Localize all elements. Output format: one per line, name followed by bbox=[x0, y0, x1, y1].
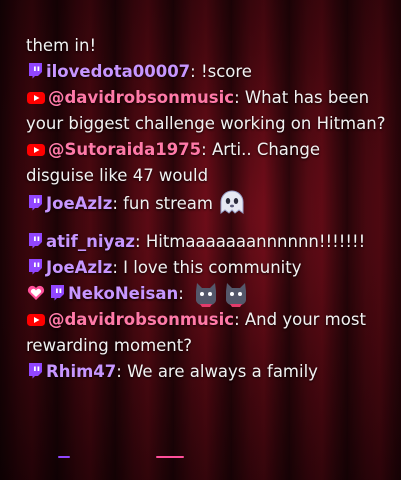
chat-text bbox=[184, 284, 189, 303]
twitch-icon bbox=[29, 259, 42, 275]
chat-message: JoeAzlz: fun stream bbox=[26, 189, 392, 217]
chat-message: JoeAzlz: I love this community bbox=[26, 255, 392, 281]
youtube-icon bbox=[27, 314, 45, 326]
chat-username[interactable]: @davidrobsonmusic bbox=[48, 88, 234, 107]
chat-username[interactable]: atif_niyaz bbox=[46, 232, 135, 251]
chat-text: them in! bbox=[26, 36, 97, 55]
twitch-icon bbox=[29, 195, 42, 211]
twitch-icon bbox=[29, 63, 42, 79]
chat-username[interactable]: Rhim47 bbox=[46, 362, 116, 381]
chat-message: NekoNeisan: bbox=[26, 281, 392, 307]
twitch-icon bbox=[29, 363, 42, 379]
chat-username[interactable]: JoeAzlz bbox=[46, 258, 112, 277]
chat-username[interactable]: JoeAzlz bbox=[46, 194, 112, 213]
chat-message: them in! bbox=[26, 33, 392, 59]
ghost-emote-icon bbox=[220, 190, 244, 214]
chat-username[interactable]: NekoNeisan bbox=[68, 284, 178, 303]
chat-message: @Sutoraida1975: Arti.. Change disguise l… bbox=[26, 137, 392, 189]
chat-separator: : bbox=[178, 284, 184, 303]
twitch-icon bbox=[29, 233, 42, 249]
heart-badge-icon bbox=[27, 285, 45, 300]
chat-message: Rhim47: We are always a family bbox=[26, 359, 392, 385]
next-message-stub bbox=[156, 456, 184, 458]
chat-message: atif_niyaz: Hitmaaaaaaannnnnn!!!!!!! bbox=[26, 229, 392, 255]
chat-text: Hitmaaaaaaannnnnn!!!!!!! bbox=[140, 232, 366, 251]
chat-message: ilovedota00007: !score bbox=[26, 59, 392, 85]
chat-text: !score bbox=[195, 62, 252, 81]
chat-text: We are always a family bbox=[121, 362, 318, 381]
chat-overlay: them in! ilovedota00007: !score @davidrobs… bbox=[26, 33, 392, 385]
twitch-icon bbox=[51, 285, 64, 301]
youtube-icon bbox=[27, 92, 45, 104]
chat-text: fun stream bbox=[117, 194, 213, 213]
chat-username[interactable]: ilovedota00007 bbox=[46, 62, 190, 81]
message-gap bbox=[26, 217, 392, 229]
cat-emote-icon bbox=[226, 283, 247, 307]
next-message-stub bbox=[58, 456, 70, 458]
chat-text: I love this community bbox=[117, 258, 302, 277]
youtube-icon bbox=[27, 144, 45, 156]
chat-message: @davidrobsonmusic: And your most rewardi… bbox=[26, 307, 392, 359]
chat-username[interactable]: @davidrobsonmusic bbox=[48, 310, 234, 329]
chat-username[interactable]: @Sutoraida1975 bbox=[48, 140, 201, 159]
chat-message: @davidrobsonmusic: What has been your bi… bbox=[26, 85, 392, 137]
cat-emote-icon bbox=[196, 283, 217, 307]
